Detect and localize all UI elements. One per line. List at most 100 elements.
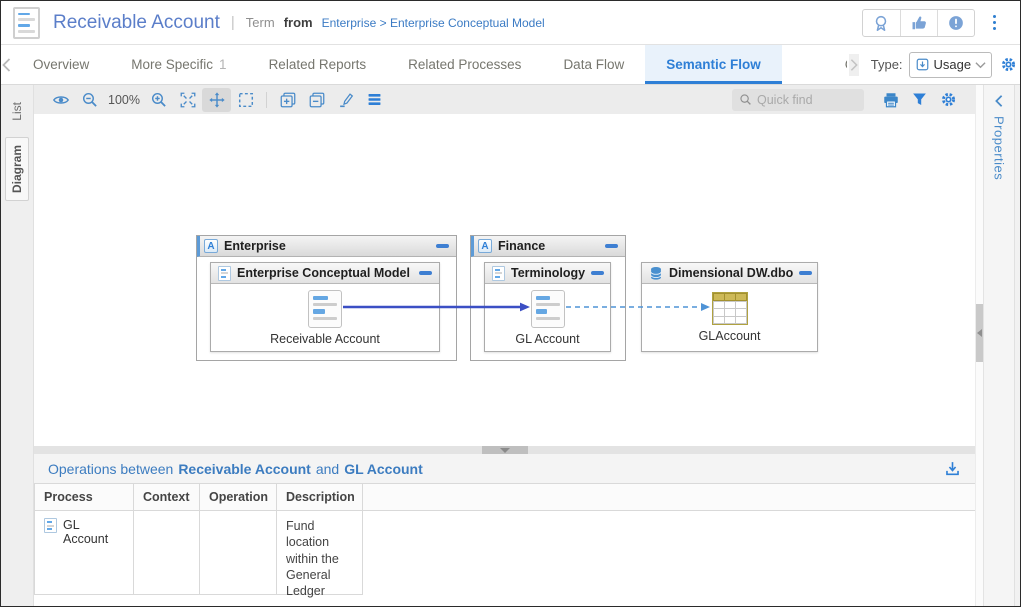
group-label: Finance <box>498 239 599 253</box>
collapse-minus-icon[interactable] <box>591 271 604 275</box>
type-dropdown-value: Usage <box>934 57 972 72</box>
type-label: Type: <box>871 57 903 72</box>
tab-count-badge: 1 <box>219 57 227 72</box>
model-dimensional-dw[interactable]: Dimensional DW.dbo GLAccount <box>641 262 818 352</box>
collapse-all-button[interactable] <box>302 88 331 112</box>
column-header-operation: Operation <box>200 483 277 511</box>
row-spacer-cell <box>363 511 975 595</box>
highlighter-button[interactable] <box>331 88 360 112</box>
quick-find-input[interactable] <box>757 93 857 107</box>
side-tab-diagram[interactable]: Diagram <box>5 137 29 201</box>
node-label: GL Account <box>515 332 579 346</box>
type-dropdown[interactable]: Usage <box>909 52 993 78</box>
quick-find-box <box>732 89 864 111</box>
marquee-select-icon <box>237 91 255 109</box>
model-terminology[interactable]: Terminology GL Account <box>484 262 611 352</box>
group-enterprise-header[interactable]: A Enterprise <box>197 236 456 257</box>
collapse-minus-icon[interactable] <box>605 244 618 248</box>
print-button[interactable] <box>876 88 905 112</box>
tabs-scroll-right-button[interactable] <box>849 54 859 76</box>
tab-semantic-flow[interactable]: Semantic Flow <box>645 45 782 84</box>
node-gl-account[interactable]: GL Account <box>485 284 610 351</box>
tab-settings-button[interactable] <box>1000 56 1017 73</box>
expand-all-button[interactable] <box>273 88 302 112</box>
tab-truncated[interactable]: Co <box>824 45 847 84</box>
alert-button[interactable] <box>937 10 974 36</box>
center-column: 100% <box>34 85 975 606</box>
overview-eye-button[interactable] <box>46 88 75 112</box>
splitter-collapse-handle[interactable] <box>482 446 528 454</box>
tab-more-specific[interactable]: More Specific1 <box>110 45 247 84</box>
model-label: Enterprise Conceptual Model <box>237 266 413 280</box>
diagram-toolbar: 100% <box>34 85 975 114</box>
horizontal-splitter[interactable] <box>34 446 975 454</box>
vertical-splitter-handle[interactable] <box>976 304 983 362</box>
description-cell: Fund location within the General Ledger <box>277 511 363 595</box>
fit-screen-icon <box>179 91 197 109</box>
node-label: GLAccount <box>699 329 761 343</box>
alert-icon <box>947 14 965 32</box>
collapse-minus-icon[interactable] <box>799 271 812 275</box>
group-finance-header[interactable]: A Finance <box>471 236 625 257</box>
process-cell[interactable]: GL Account <box>34 511 134 595</box>
award-button[interactable] <box>863 10 900 36</box>
operations-term-b: GL Account <box>344 461 423 477</box>
marquee-select-button[interactable] <box>231 88 260 112</box>
table-node-icon <box>712 292 748 325</box>
zoom-out-button[interactable] <box>75 88 104 112</box>
breadcrumb[interactable]: Enterprise > Enterprise Conceptual Model <box>322 16 545 30</box>
fit-to-screen-button[interactable] <box>173 88 202 112</box>
tab-related-processes[interactable]: Related Processes <box>387 45 542 84</box>
page-scrollbar[interactable] <box>1014 85 1020 606</box>
diagram-settings-button[interactable] <box>934 88 963 112</box>
collapse-minus-icon[interactable] <box>436 244 449 248</box>
column-header-context: Context <box>134 483 200 511</box>
like-button[interactable] <box>900 10 937 36</box>
zoom-in-icon <box>150 91 168 109</box>
eye-icon <box>52 91 70 109</box>
table-row[interactable]: GL Account Fund location within the Gene… <box>34 511 975 595</box>
expand-all-icon <box>279 91 297 109</box>
database-icon <box>649 266 663 281</box>
chevron-down-icon <box>975 61 986 69</box>
app-window: Receivable Account | Term from Enterpris… <box>0 0 1021 607</box>
tabs-scroll-left-button[interactable] <box>1 45 12 84</box>
node-label: Receivable Account <box>270 332 380 346</box>
node-glaccount-table[interactable]: GLAccount <box>642 284 817 351</box>
collapse-minus-icon[interactable] <box>419 271 432 275</box>
layers-list-button[interactable] <box>360 88 389 112</box>
object-type-label: Term <box>246 15 275 30</box>
tab-bar: Overview More Specific1 Related Reports … <box>1 45 1020 85</box>
award-icon <box>872 14 890 32</box>
column-header-spacer <box>363 483 975 511</box>
term-icon <box>44 518 57 533</box>
expand-properties-button[interactable] <box>993 94 1005 108</box>
model-header[interactable]: Terminology <box>485 263 610 284</box>
document-icon <box>492 266 505 281</box>
filter-button[interactable] <box>905 88 934 112</box>
page-header: Receivable Account | Term from Enterpris… <box>1 1 1020 45</box>
tab-related-reports[interactable]: Related Reports <box>248 45 388 84</box>
kebab-menu-icon[interactable] <box>989 11 1001 35</box>
model-enterprise-conceptual-model[interactable]: Enterprise Conceptual Model Receivable A… <box>210 262 440 352</box>
export-download-button[interactable] <box>944 460 961 477</box>
zoom-in-button[interactable] <box>144 88 173 112</box>
tab-overview[interactable]: Overview <box>12 45 110 84</box>
zoom-level-value: 100% <box>104 93 144 107</box>
diagram-canvas[interactable]: A Enterprise A Finance <box>34 114 975 446</box>
model-label: Dimensional DW.dbo <box>669 266 793 280</box>
properties-panel-tab[interactable]: Properties <box>992 116 1007 180</box>
triangle-down-icon <box>500 448 510 453</box>
column-header-process: Process <box>34 483 134 511</box>
collapse-all-icon <box>308 91 326 109</box>
catalog-icon: A <box>478 239 492 253</box>
operations-title-prefix: Operations between <box>48 461 173 477</box>
tab-data-flow[interactable]: Data Flow <box>542 45 645 84</box>
side-tab-list[interactable]: List <box>6 95 28 128</box>
node-receivable-account[interactable]: Receivable Account <box>211 284 439 351</box>
pan-button[interactable] <box>202 88 231 112</box>
left-tab-strip: List Diagram <box>1 85 34 606</box>
model-header[interactable]: Enterprise Conceptual Model <box>211 263 439 284</box>
model-header[interactable]: Dimensional DW.dbo <box>642 263 817 284</box>
rows-icon <box>366 91 383 108</box>
